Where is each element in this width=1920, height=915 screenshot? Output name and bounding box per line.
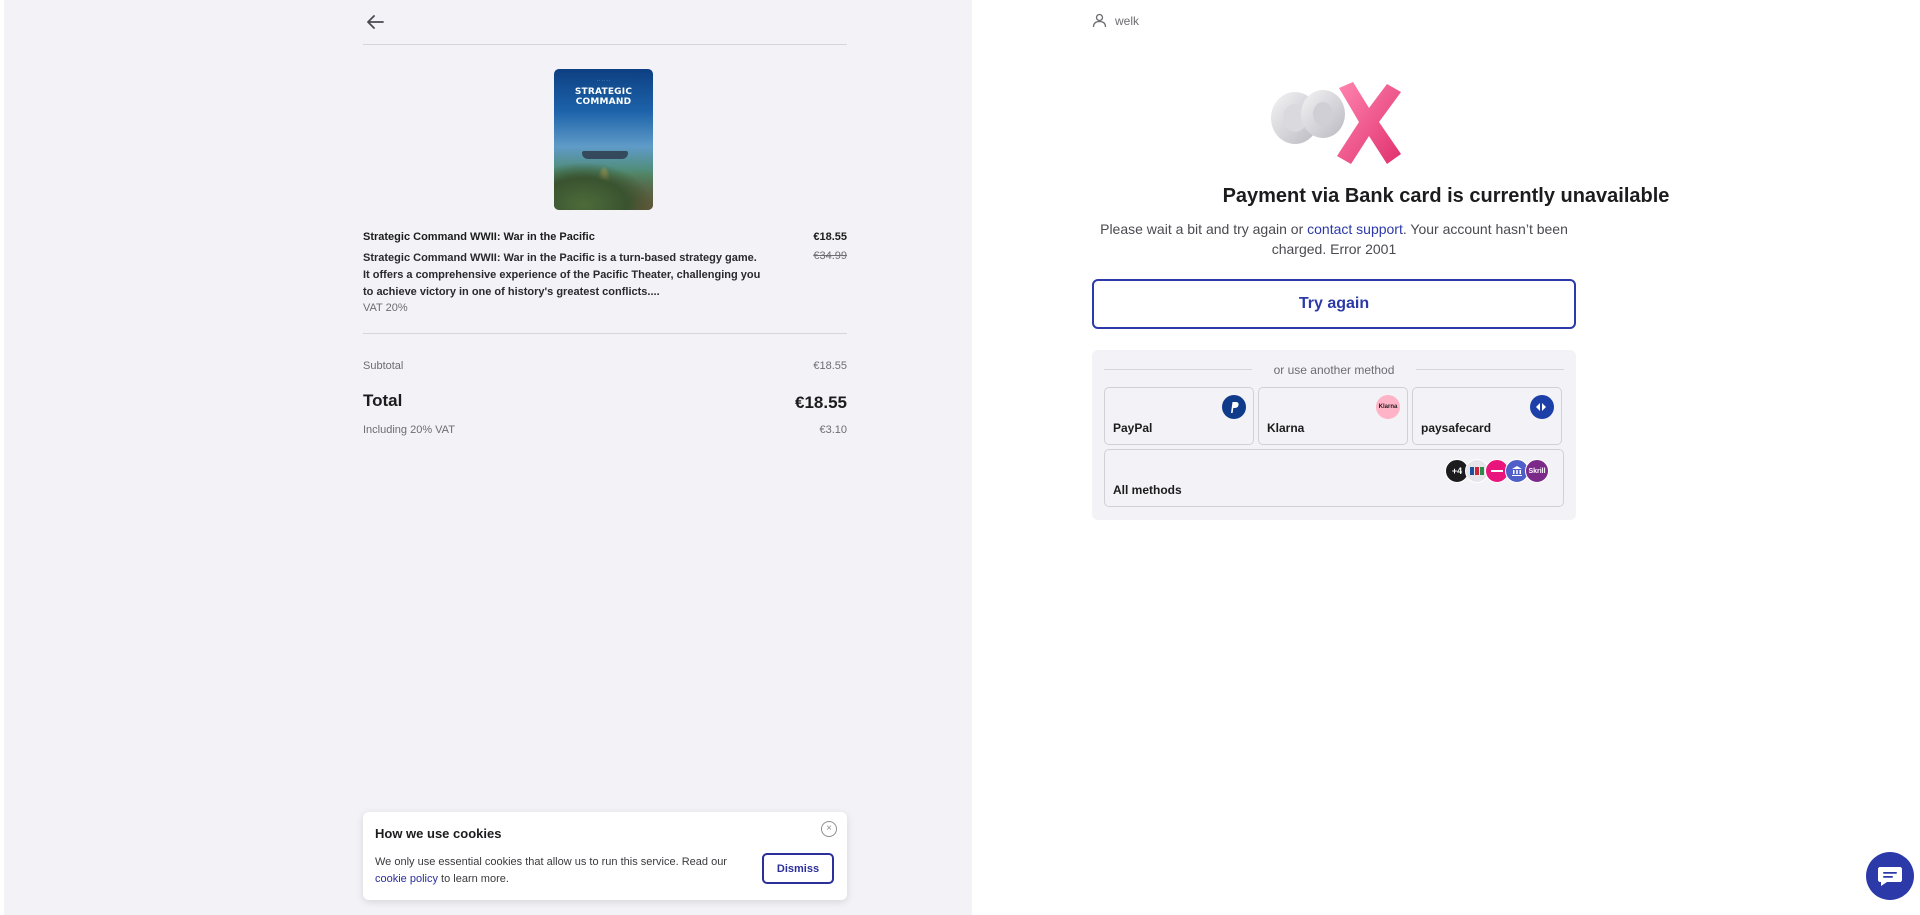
total-value: €18.55 [795, 393, 847, 412]
cover-subtitle: · · · · · · · · [595, 100, 612, 104]
cookie-banner: How we use cookies × We only use essenti… [363, 812, 847, 900]
total-label: Total [363, 391, 403, 410]
back-button[interactable] [363, 10, 387, 34]
payment-icons-stack: +4 Skrill [1445, 459, 1555, 483]
dismiss-button[interactable]: Dismiss [762, 853, 834, 884]
other-methods-label: or use another method [1273, 363, 1395, 377]
arrow-left-icon [367, 15, 384, 29]
payment-method-name: PayPal [1113, 421, 1153, 435]
cookie-title: How we use cookies [375, 826, 502, 841]
product-title: Strategic Command WWII: War in the Pacif… [363, 231, 595, 243]
klarna-logo-icon: Klarna [1376, 395, 1400, 419]
divider [363, 44, 847, 45]
cover-island [554, 162, 653, 210]
product-old-price: €34.99 [813, 250, 847, 262]
error-title: Payment via Bank card is currently unava… [1222, 185, 1670, 207]
user-account[interactable]: welk [1092, 13, 1139, 28]
contact-support-link[interactable]: contact support [1307, 221, 1403, 237]
all-methods-label: All methods [1113, 483, 1182, 497]
payment-method-klarna[interactable]: Klarna Klarna [1258, 387, 1408, 445]
cookie-text-before: We only use essential cookies that allow… [375, 856, 727, 868]
vat-label: Including 20% VAT [363, 424, 455, 436]
cookie-text-after: to learn more. [437, 873, 509, 885]
payment-method-name: paysafecard [1421, 421, 1492, 435]
divider [363, 333, 847, 334]
paypal-logo-icon [1222, 395, 1246, 419]
payment-method-name: Klarna [1267, 421, 1305, 435]
cover-title: STRATEGIC COMMAND [574, 87, 633, 107]
error-message: Please wait a bit and try again or conta… [1092, 219, 1576, 259]
product-price: €18.55 [813, 231, 847, 243]
cookie-policy-link[interactable]: cookie policy [375, 873, 438, 885]
vat-value: €3.10 [819, 424, 847, 436]
chat-support-button[interactable] [1866, 852, 1914, 900]
cookie-text: We only use essential cookies that allow… [375, 854, 745, 888]
skrill-icon: Skrill [1525, 459, 1549, 483]
user-icon [1092, 13, 1107, 28]
user-name: welk [1115, 13, 1140, 28]
error-msg-before: Please wait a bit and try again or [1100, 221, 1308, 237]
divider [1416, 369, 1564, 370]
payment-method-paysafecard[interactable]: paysafecard [1412, 387, 1562, 445]
chat-icon [1878, 867, 1902, 886]
cover-ship [582, 151, 628, 159]
payment-method-paypal[interactable]: PayPal [1104, 387, 1254, 445]
product-description: Strategic Command WWII: War in the Pacif… [363, 252, 761, 298]
other-methods-box: or use another method PayPal Klarna Klar… [1092, 350, 1576, 520]
subtotal-value: €18.55 [813, 360, 847, 372]
cover-top-text: · · · · · · [596, 78, 611, 83]
all-methods-button[interactable]: +4 Skrill All methods [1104, 449, 1564, 507]
close-icon[interactable]: × [821, 821, 837, 837]
order-summary-panel [4, 0, 972, 915]
paysafecard-logo-icon [1530, 395, 1554, 419]
game-cover-image: · · · · · · STRATEGIC COMMAND · · · · · … [554, 69, 653, 210]
subtotal-label: Subtotal [363, 360, 404, 372]
error-illustration [1271, 82, 1401, 164]
product-vat: VAT 20% [363, 302, 408, 314]
try-again-button[interactable]: Try again [1092, 279, 1576, 329]
